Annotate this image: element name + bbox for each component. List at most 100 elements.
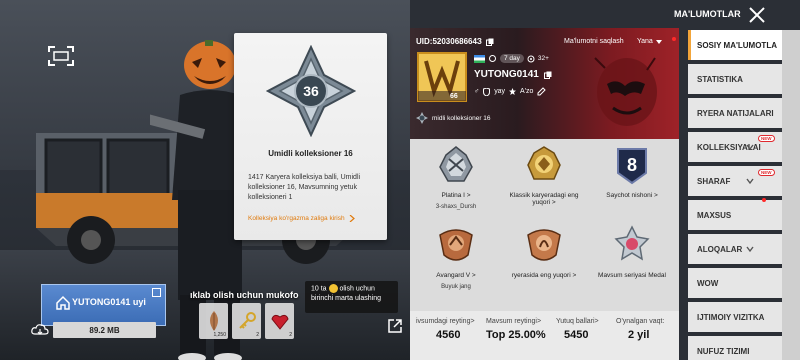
fullscreen-icon[interactable] — [46, 44, 76, 68]
career-badge-icon — [527, 229, 561, 261]
key-icon — [238, 312, 256, 329]
tooltip-prefix: 10 ta — [311, 285, 327, 293]
stat-season-rating[interactable]: ivsumdagi reyting> 4560 — [416, 318, 486, 341]
sidebar-item-basic-info[interactable]: SOSIY MA'LUMOTLA — [688, 30, 782, 60]
achievement-vanguard-mode: Buyuk jang — [441, 284, 471, 290]
sidebar-item-statistics[interactable]: STATISTIKA — [688, 64, 782, 94]
sidebar-item-label: ALOQALAR — [697, 244, 743, 254]
sidebar-item-label: SHARAF — [697, 176, 731, 186]
reward-count: 2 — [289, 332, 292, 338]
chevron-right-icon — [349, 215, 355, 222]
notification-dot — [762, 198, 766, 202]
copy-icon[interactable] — [543, 71, 552, 79]
achievement-season-label: Saychot nishoni > — [606, 192, 658, 199]
collector-badge-icon — [416, 112, 428, 124]
uid-text: UID:5203068664З — [416, 37, 482, 46]
tooltip-line2: birinchi marta ulashing — [311, 295, 382, 303]
download-size-bar[interactable]: 89.2 MB — [31, 322, 156, 338]
stats-row: ivsumdagi reyting> 4560 Mavsum reytingi>… — [410, 311, 679, 360]
edit-icon[interactable] — [537, 87, 547, 96]
profile-panel: UID:5203068664З Ma'lumotni saqlash Yana … — [410, 28, 679, 360]
sidebar-item-collections[interactable]: KOLLEKSIYALAI NEW — [688, 132, 782, 162]
season-8-badge-icon: 8 — [617, 148, 647, 185]
tooltip-mid: olish uchun — [339, 285, 375, 293]
achievement-classic[interactable]: Klassik karyeradagi eng yuqori > — [500, 145, 588, 206]
clan-row: ♂ уау A'zo — [474, 87, 547, 96]
sidebar-item-label: SOSIY MA'LUMOTLA — [697, 40, 777, 50]
sidebar-item-wow[interactable]: WOW — [688, 268, 782, 298]
new-badge: NEW — [758, 135, 775, 142]
achievement-vanguard[interactable]: Avangard V > Buyuk jang — [412, 225, 500, 290]
stat-play-time: O'ynalgan vaqt: 2 yil — [616, 318, 686, 341]
achievement-tier[interactable]: Platina I > 3-shaxs_Dursh — [412, 145, 500, 210]
player-home-plate[interactable]: YUTONG0141 uyi — [41, 284, 166, 326]
reward-item[interactable]: 2 — [265, 303, 294, 339]
sidebar-item-connections[interactable]: ALOQALAR — [688, 234, 782, 264]
days-chip: 7 day — [500, 54, 524, 63]
stat-season-rank[interactable]: Mavsum reytingi> Top 25.00% — [486, 318, 556, 341]
save-info-button[interactable]: Ma'lumotni saqlash — [564, 38, 624, 45]
player-level: 66 — [450, 93, 458, 100]
share-reward-tooltip: 10 ta olish uchun birinchi marta ulashin… — [305, 281, 398, 313]
nickname-row: YUTONG0141 — [474, 69, 552, 80]
reward-item[interactable]: 1,250 — [199, 303, 228, 339]
achievement-tier-label: Platina I > — [441, 192, 471, 199]
profile-chips: 7 day 32+ — [474, 54, 549, 63]
chevron-down-icon — [746, 144, 754, 151]
more-dropdown[interactable]: Yana — [637, 38, 662, 45]
close-icon[interactable] — [748, 6, 766, 24]
collection-hall-link[interactable]: Kolleksiya ko'rgazma zaliga kirish — [248, 215, 355, 222]
chevron-down-icon — [746, 246, 754, 253]
reward-item[interactable]: 2 — [232, 303, 261, 339]
achievement-season-medal[interactable]: Mavsum seriyasi Medal — [588, 225, 676, 279]
sidebar-item-honor[interactable]: SHARAF NEW — [688, 166, 782, 196]
cloud-download-icon — [31, 324, 49, 335]
count-chip: 32+ — [537, 55, 549, 62]
share-icon[interactable] — [387, 318, 403, 334]
home-icon — [56, 295, 70, 310]
player-avatar[interactable] — [416, 51, 468, 103]
achievements-grid: Platina I > 3-shaxs_Dursh Klassik karyer… — [410, 139, 679, 311]
reward-count: 1,250 — [213, 332, 226, 338]
chevron-down-icon — [746, 178, 754, 185]
player-home-name: YUTONG0141 uyi — [72, 297, 146, 307]
platinum-badge-icon — [439, 146, 473, 182]
profile-header: UID:5203068664З Ma'lumotni saqlash Yana … — [410, 28, 679, 139]
collection-hall-link-label: Kolleksiya ko'rgazma zaliga kirish — [248, 215, 345, 222]
target-icon — [527, 55, 535, 62]
coin-icon — [328, 284, 338, 293]
achievement-career[interactable]: ryerasida eng yuqori > — [500, 225, 588, 279]
uid-row: UID:5203068664З — [416, 37, 494, 46]
achievement-season[interactable]: 8 Saychot nishoni > — [588, 145, 676, 199]
achievement-career-label: ryerasida eng yuqori > — [511, 272, 577, 279]
collector-badge-icon: 36 — [266, 45, 356, 137]
chevron-down-icon — [655, 39, 662, 44]
sidebar-item-career[interactable]: RYERA NATIJALARI — [688, 98, 782, 128]
page-title: MA'LUMOTLAR — [674, 9, 741, 19]
achievement-description: 1417 Karyera kolleksiya balli, Umidli ko… — [248, 174, 361, 201]
achievement-season-medal-label: Mavsum seriyasi Medal — [598, 272, 666, 279]
shield-icon — [483, 87, 491, 96]
sidebar-item-special[interactable]: MAXSUS — [688, 198, 782, 230]
stat-label: Mavsum reytingi> — [486, 318, 542, 325]
sidebar-menu: SOSIY MA'LUMOTLA STATISTIKA RYERA NATIJA… — [688, 30, 800, 360]
sidebar-item-social-card[interactable]: IJTIMOIY VIZITKA — [688, 302, 782, 332]
achievement-vanguard-label: Avangard V > — [436, 272, 476, 279]
equipped-title[interactable]: midli kolleksioner 16 — [416, 112, 491, 124]
stat-label: ivsumdagi reyting> — [416, 318, 475, 325]
clan-tag: уау — [494, 88, 505, 95]
mask-artwork — [594, 57, 657, 126]
sidebar-item-reputation[interactable]: NUFUZ TIZIMI — [688, 336, 782, 360]
reward-items: 1,250 2 2 — [199, 303, 294, 339]
classic-badge-icon — [527, 146, 561, 180]
gender-icon: ♂ — [474, 88, 480, 95]
vanguard-badge-icon — [439, 229, 473, 261]
badge-number: 36 — [303, 83, 319, 99]
feather-icon — [209, 311, 218, 331]
copy-icon[interactable] — [485, 38, 494, 46]
country-flag-icon — [474, 54, 485, 63]
new-badge: NEW — [758, 169, 775, 176]
achievement-classic-label: Klassik karyeradagi eng yuqori > — [509, 192, 579, 206]
sidebar-item-label: RYERA NATIJALARI — [697, 108, 774, 118]
sidebar-item-label: WOW — [697, 278, 719, 288]
